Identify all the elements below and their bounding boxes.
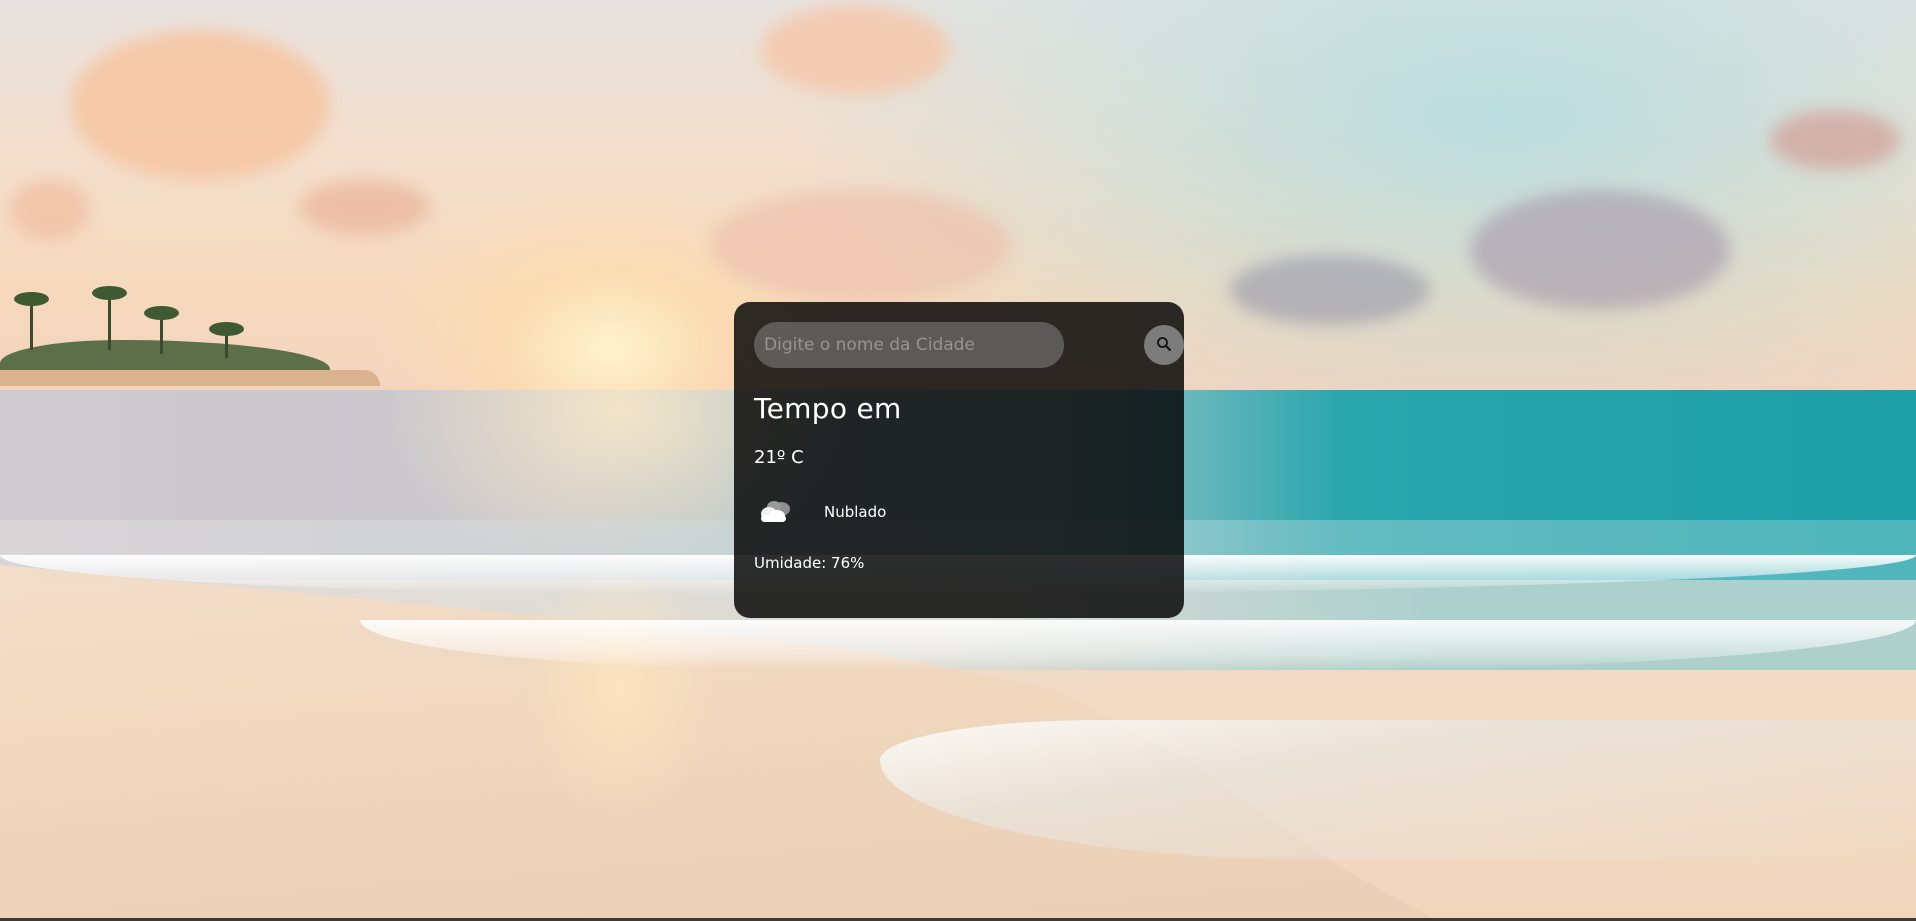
humidity-value: Umidade: 76% [754, 554, 865, 572]
search-button[interactable] [1144, 325, 1184, 365]
background-cloud [1230, 255, 1430, 325]
temperature-value: 21º C [754, 447, 804, 468]
search-icon [1156, 336, 1172, 355]
background-island [0, 286, 380, 386]
background-sun-reflection [520, 560, 720, 820]
palm-tree [92, 286, 127, 350]
background-cloud [300, 180, 430, 235]
background-cloud [710, 190, 1010, 300]
city-search-input[interactable] [754, 322, 1064, 368]
island-beach [0, 370, 380, 386]
background-cloud [10, 180, 90, 240]
background-cloud [1470, 190, 1730, 310]
cloud-icon [754, 494, 800, 530]
weather-description: Nublado [824, 503, 887, 521]
weather-description-row: Nublado [754, 494, 1164, 530]
palm-tree [209, 322, 244, 358]
island-land [0, 340, 330, 372]
background-cloud [70, 30, 330, 180]
background-cloud [1770, 110, 1900, 170]
background-cloud [760, 5, 950, 95]
palm-tree [14, 292, 49, 350]
search-row [754, 322, 1184, 368]
palm-tree [144, 306, 179, 354]
weather-card: Tempo em 21º C Nublado Umidade: 76% [734, 302, 1184, 618]
city-title: Tempo em [754, 392, 902, 425]
